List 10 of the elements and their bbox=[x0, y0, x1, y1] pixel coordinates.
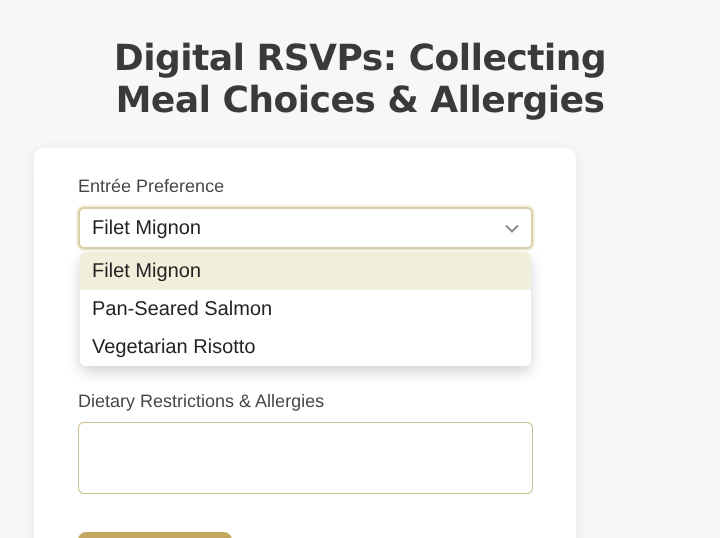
page-title: Meal Choices & Allergies bbox=[116, 80, 604, 122]
dropdown-option[interactable]: Vegetarian Risotto bbox=[80, 328, 531, 366]
entree-select[interactable]: Filet Mignon bbox=[78, 207, 533, 249]
dropdown-option[interactable]: Pan-Seared Salmon bbox=[80, 290, 531, 328]
page-title: Digital RSVPs: Collecting bbox=[114, 38, 606, 80]
chevron-icon bbox=[505, 224, 519, 232]
dropdown-option[interactable]: Filet Mignon bbox=[80, 252, 531, 290]
dietary-field[interactable] bbox=[78, 422, 533, 494]
field-label: Dietary Restrictions & Allergies bbox=[78, 391, 324, 412]
field-label: Entrée Preference bbox=[78, 176, 224, 197]
